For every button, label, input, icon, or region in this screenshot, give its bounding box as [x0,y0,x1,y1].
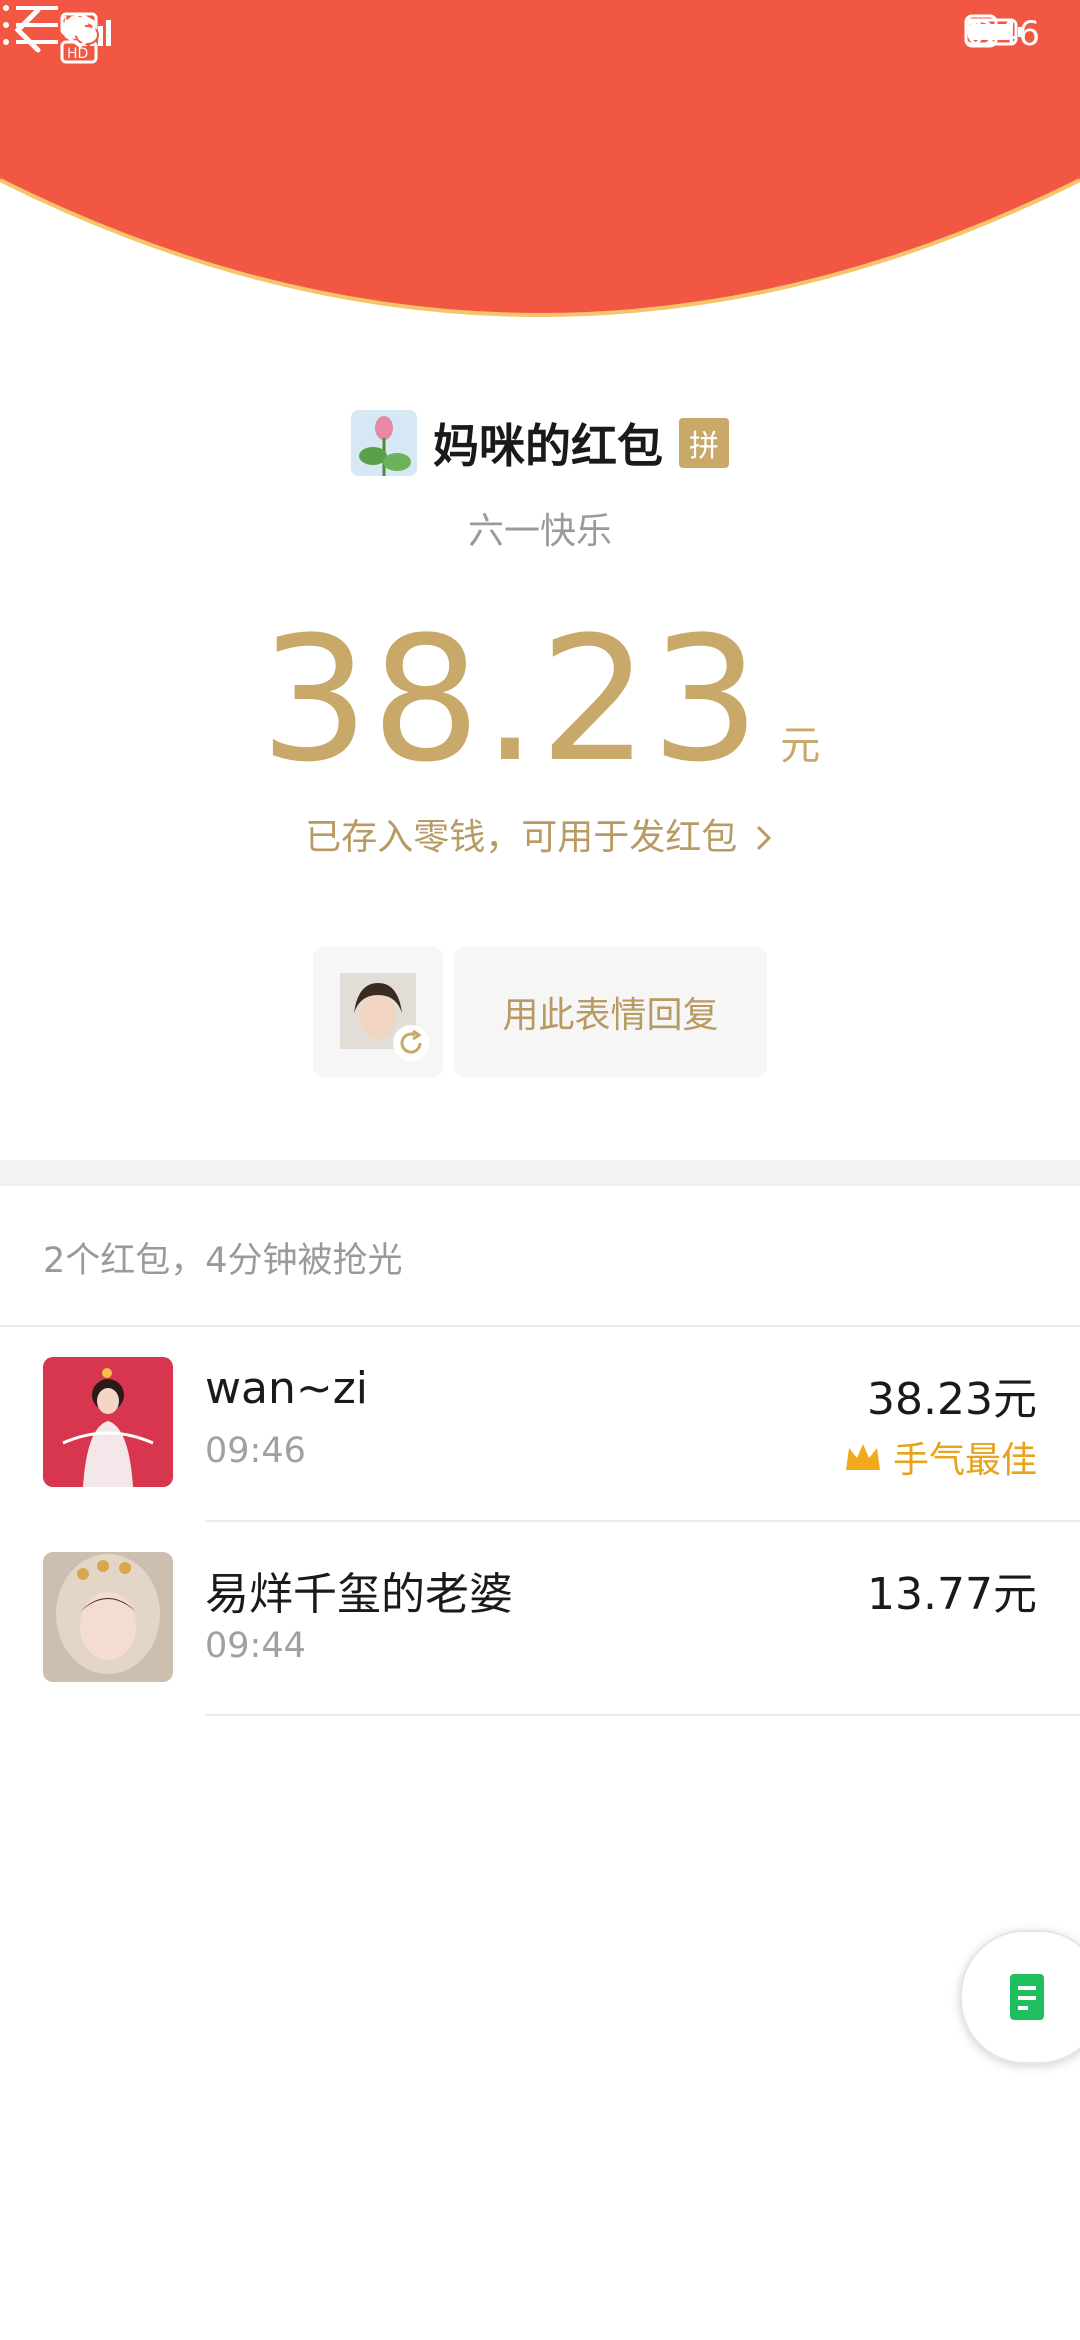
record-amount: 13.77元 [867,1569,1037,1620]
sender-avatar[interactable] [351,410,417,476]
crown-icon [845,1444,880,1470]
status-right: 9:46 [964,14,1040,54]
sticker-thumbnail[interactable] [313,947,443,1077]
shield-hand-icon [64,12,96,48]
lotus-avatar-image [351,410,417,476]
list-menu-icon[interactable] [0,0,60,50]
reply-with-sticker-button[interactable]: 用此表情回复 [454,947,767,1077]
received-amount: 38.23 [259,599,763,800]
sender-name: 妈咪的红包 [433,419,663,473]
refresh-icon[interactable] [391,1023,431,1063]
avatar [43,1357,173,1487]
floating-note-button[interactable] [960,1930,1080,2064]
record-amount: 38.23元 [867,1374,1037,1425]
battery-icon [964,18,1022,46]
list-item[interactable]: wan~zi 09:46 38.23元 手气最佳 [0,1357,1080,1552]
record-time: 09:44 [205,1626,306,1666]
group-badge: 拼 [679,418,729,468]
chevron-right-icon [756,825,771,851]
saved-to-change-link[interactable]: 已存入零钱，可用于发红包 [0,808,1080,860]
red-envelope-header: HD HD 4G 4G [0,0,1080,330]
avatar [43,1552,173,1682]
record-name: 易烊千玺的老婆 [205,1569,513,1620]
best-luck-label: 手气最佳 [892,1440,1037,1481]
divider-line [205,1520,1080,1522]
amount-row: 38.23 元 [0,599,1080,800]
record-name: wan~zi [205,1363,369,1414]
best-luck-tag: 手气最佳 [843,1431,1037,1483]
note-icon [1010,1974,1044,2020]
list-item[interactable]: 易烊千玺的老婆 09:44 13.77元 [0,1552,1080,1747]
section-divider [0,1160,1080,1186]
divider-line [205,1714,1080,1716]
envelope-wish: 六一快乐 [467,511,612,552]
saved-text: 已存入零钱，可用于发红包 [305,817,738,858]
amount-unit: 元 [780,723,821,769]
record-time: 09:46 [205,1431,306,1471]
status-bar: HD HD 4G 4G [0,0,1080,76]
sender-row: 妈咪的红包 拼 [0,408,1080,478]
grab-summary: 2个红包，4分钟被抢光 [43,1241,403,1281]
divider-line [0,1325,1080,1327]
